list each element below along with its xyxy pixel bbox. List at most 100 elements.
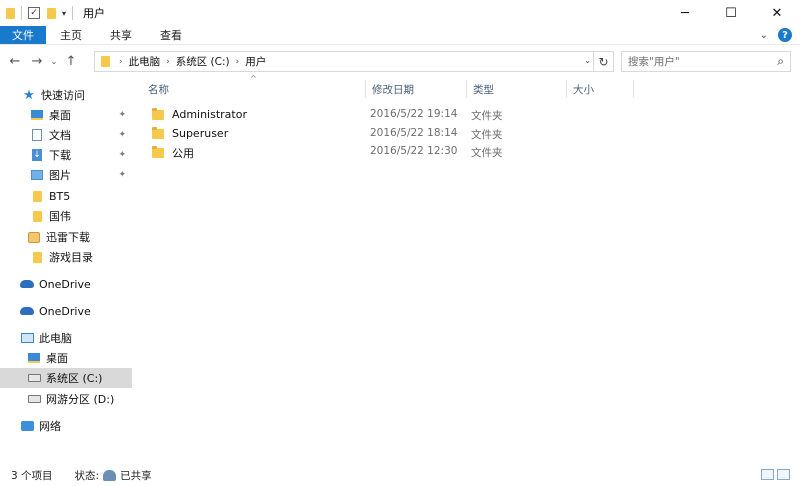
pin-icon[interactable]: ✦: [118, 130, 126, 140]
sidebar-item-games[interactable]: 游戏目录: [0, 247, 132, 267]
sidebar-item-thunder-downloads[interactable]: 迅雷下载: [0, 227, 132, 247]
breadcrumb-separator[interactable]: ›: [236, 57, 240, 67]
close-button[interactable]: ✕: [754, 0, 800, 26]
sidebar-item-label: 国伟: [49, 210, 71, 223]
expand-ribbon-icon[interactable]: ⌄: [760, 30, 768, 41]
network-icon: [20, 421, 34, 431]
table-row[interactable]: Superuser 2016/5/22 18:14 文件夹: [142, 124, 642, 143]
sidebar-item-quick-access[interactable]: ★ 快速访问: [0, 85, 132, 105]
folder-icon: [152, 146, 164, 158]
column-header-date[interactable]: 修改日期: [366, 80, 467, 98]
properties-icon[interactable]: ✓: [28, 7, 40, 19]
address-bar[interactable]: › 此电脑 › 系统区 (C:) › 用户 ⌄ ↻: [94, 51, 614, 72]
sidebar-item-label: 网游分区 (D:): [46, 393, 115, 406]
sidebar-item-label: 桌面: [46, 352, 68, 365]
sidebar-item-onedrive-2[interactable]: OneDrive: [0, 301, 132, 321]
sidebar-item-pictures[interactable]: 图片 ✦: [0, 165, 132, 185]
sidebar-item-bt5[interactable]: BT5: [0, 186, 132, 206]
sidebar-item-onedrive[interactable]: OneDrive: [0, 274, 132, 294]
new-folder-icon[interactable]: [47, 7, 56, 19]
table-row[interactable]: Administrator 2016/5/22 19:14 文件夹: [142, 105, 642, 124]
address-dropdown-icon[interactable]: ⌄: [584, 56, 591, 65]
status-bar: 3 个项目 状态: 已共享: [0, 464, 800, 486]
recent-locations-button[interactable]: ⌄: [48, 57, 60, 66]
window-controls: ─ ☐ ✕: [662, 0, 800, 26]
thunder-folder-icon: [28, 231, 40, 243]
sidebar-item-label: 网络: [39, 420, 61, 433]
sidebar-item-label: 桌面: [49, 109, 71, 122]
sidebar-item-pc-desktop[interactable]: 桌面: [0, 348, 132, 368]
tab-home[interactable]: 主页: [46, 26, 96, 44]
search-icon[interactable]: ⌕: [777, 54, 784, 69]
breadcrumb-this-pc[interactable]: 此电脑: [129, 54, 161, 69]
folder-icon: [152, 107, 164, 120]
table-row[interactable]: 公用 2016/5/22 12:30 文件夹: [142, 142, 642, 161]
sidebar-item-label: OneDrive: [39, 304, 91, 318]
pin-icon[interactable]: ✦: [118, 150, 126, 160]
maximize-button[interactable]: ☐: [708, 0, 754, 26]
column-header-type[interactable]: 类型: [467, 80, 567, 98]
sidebar-item-this-pc[interactable]: 此电脑: [0, 328, 132, 348]
sidebar-item-label: 快速访问: [41, 89, 85, 102]
ribbon-tabs: 文件 主页 共享 查看 ⌄ ?: [0, 26, 800, 45]
folder-icon: [32, 210, 42, 222]
breadcrumb-separator[interactable]: ›: [166, 57, 170, 67]
cloud-icon: [20, 280, 34, 288]
sidebar-item-documents[interactable]: 文档 ✦: [0, 125, 132, 145]
sidebar-item-label: 图片: [49, 169, 71, 182]
tab-share[interactable]: 共享: [96, 26, 146, 44]
sidebar-item-guowei[interactable]: 国伟: [0, 206, 132, 226]
file-type: 文件夹: [471, 110, 503, 122]
back-button[interactable]: ←: [4, 54, 26, 69]
sidebar-item-system-drive[interactable]: 系统区 (C:): [0, 368, 132, 388]
sidebar-item-network[interactable]: 网络: [0, 416, 132, 436]
forward-button[interactable]: →: [26, 54, 48, 69]
pin-icon[interactable]: ✦: [118, 170, 126, 180]
folder-icon: [101, 56, 110, 67]
sidebar-item-label: 游戏目录: [49, 251, 93, 264]
drive-icon: [27, 374, 41, 382]
customize-toolbar-icon[interactable]: ▾: [62, 9, 66, 18]
file-date: 2016/5/22 12:30: [370, 145, 458, 157]
file-date: 2016/5/22 18:14: [370, 127, 458, 139]
column-header-size[interactable]: 大小: [567, 80, 634, 98]
minimize-button[interactable]: ─: [662, 0, 708, 26]
sidebar-item-label: 迅雷下载: [46, 231, 90, 244]
folder-icon: [6, 7, 15, 19]
sidebar-item-label: BT5: [49, 189, 71, 203]
file-type: 文件夹: [471, 147, 503, 159]
file-name: Superuser: [172, 127, 229, 140]
tab-file[interactable]: 文件: [0, 26, 46, 44]
file-name: 公用: [172, 147, 194, 160]
breadcrumb-separator[interactable]: ›: [119, 57, 123, 67]
refresh-button[interactable]: ↻: [593, 52, 613, 71]
folder-icon: [32, 190, 42, 202]
pin-icon[interactable]: ✦: [118, 110, 126, 120]
window-title: 用户: [83, 7, 106, 20]
sidebar-item-label: 系统区 (C:): [46, 372, 103, 385]
desktop-icon: [31, 110, 43, 120]
sidebar-item-downloads[interactable]: ↓ 下载 ✦: [0, 145, 132, 165]
cloud-icon: [20, 307, 34, 315]
details-view-icon[interactable]: [761, 469, 774, 480]
large-icons-view-icon[interactable]: [777, 469, 790, 480]
file-type: 文件夹: [471, 129, 503, 141]
up-button[interactable]: ↑: [60, 54, 82, 69]
search-input[interactable]: [628, 55, 766, 68]
document-icon: [32, 129, 42, 141]
tab-view[interactable]: 查看: [146, 26, 196, 44]
search-box[interactable]: ⌕: [621, 51, 791, 72]
drive-icon: [27, 395, 41, 403]
view-toggle: [761, 469, 790, 480]
file-name: Administrator: [172, 108, 247, 121]
sidebar-item-game-drive[interactable]: 网游分区 (D:): [0, 389, 132, 409]
sidebar-item-label: 下载: [49, 149, 71, 162]
sidebar-item-label: 文档: [49, 129, 71, 142]
breadcrumb-system-drive[interactable]: 系统区 (C:): [176, 54, 230, 69]
column-headers: 名称 修改日期 类型 大小: [142, 80, 642, 98]
sidebar-item-label: OneDrive: [39, 277, 91, 291]
sidebar-item-desktop[interactable]: 桌面 ✦: [0, 105, 132, 125]
column-header-name[interactable]: 名称: [142, 80, 366, 98]
help-icon[interactable]: ?: [778, 28, 792, 42]
breadcrumb-users[interactable]: 用户: [245, 54, 266, 69]
